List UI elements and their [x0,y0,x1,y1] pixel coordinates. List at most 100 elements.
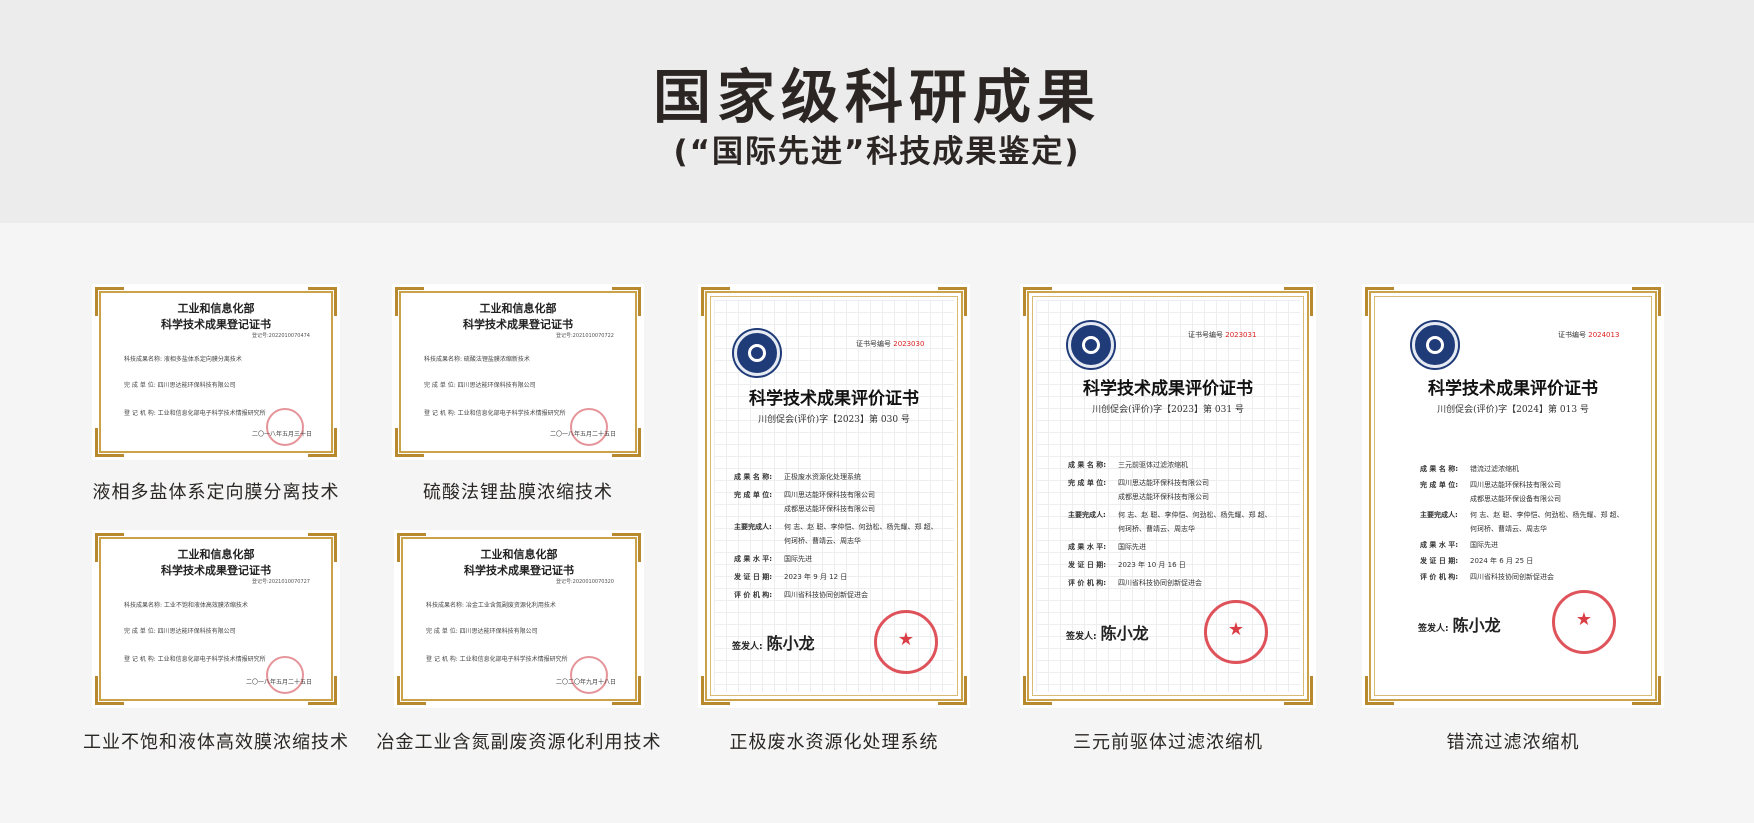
certificate-title: 科学技术成果登记证书 [161,564,271,577]
certificate-field: 主要完成人: 何 志、赵 聪、李仲恺、何劲松、杨先耀、郑 超、 [734,523,938,531]
evaluation-certificate-2[interactable]: 证书号编号 2023031 科学技术成果评价证书 川创促会(评价)字【2023】… [1020,284,1316,708]
certificate-date: 二〇一八年五月二十五日 [245,679,312,686]
certificate-field: 发 证 日 期: 2023 年 9 月 12 日 [734,573,848,581]
certificate-field: 成 果 水 平: 国际先进 [1420,541,1498,549]
corner-ornament [1365,287,1394,316]
certificate-field: 成 果 水 平: 国际先进 [1068,543,1146,551]
page-title: 国家级科研成果 [652,63,1101,131]
red-seal-icon [874,610,938,674]
certificate-field: 何珂桥、曹靖云、周志华 [1470,525,1547,533]
certificate-field: 完 成 单 位: 四川思达能环保科技有限公司 [734,491,875,499]
certificate-issuer: 工业和信息化部 [177,548,255,561]
certificate-reference: 川创促会(评价)字【2024】第 013 号 [1437,405,1589,415]
red-seal-icon [1204,600,1268,664]
certificate-number: 证书编号 2024013 [1558,331,1620,339]
certificate-caption: 正极废水资源化处理系统 [729,732,939,753]
certificate-issuer: 工业和信息化部 [177,302,255,315]
red-seal-icon [266,408,304,446]
certificate-line: 科技成果名称: 工业不饱和液体高效膜浓缩技术 [124,602,248,609]
red-seal-icon [1552,590,1616,654]
corner-ornament [1632,287,1661,316]
certificate-issuer: 工业和信息化部 [480,548,558,561]
certificate-number: 证书号编号 2023031 [1188,331,1257,339]
corner-ornament [1365,676,1394,705]
certificate-field: 成 果 名 称: 错流过滤浓缩机 [1420,465,1519,473]
corner-ornament [612,428,641,457]
certificate-line: 完 成 单 位: 四川思达能环保科技有限公司 [426,628,538,635]
certificate-line: 科技成果名称: 液相多盐体系定向膜分离技术 [124,356,242,363]
certificate-number: 证书号编号 2023030 [856,340,925,348]
certificate-date: 二〇一八年五月三十日 [251,431,312,438]
corner-ornament [701,287,730,316]
certificate-title: 科学技术成果评价证书 [749,389,919,409]
certificate-date: 二〇一八年五月二十五日 [549,431,616,438]
issuer-signature: 签发人: 陈小龙 [1066,624,1149,643]
certificate-field: 发 证 日 期: 2024 年 6 月 25 日 [1420,557,1534,565]
certificate-date: 二〇二〇年九月十八日 [555,679,616,686]
certificate-line: 完 成 单 位: 四川思达能环保科技有限公司 [124,628,236,635]
association-logo-icon [734,330,780,376]
certificate-caption: 工业不饱和液体高效膜浓缩技术 [83,732,349,753]
certificate-field: 何珂桥、曹靖云、周志华 [1118,525,1195,533]
certificate-field: 评 价 机 构: 四川省科技协同创新促进会 [734,591,868,599]
certificate-field: 评 价 机 构: 四川省科技协同创新促进会 [1420,573,1554,581]
certificate-title: 科学技术成果登记证书 [464,564,574,577]
corner-ornament [308,676,337,705]
certificate-field: 完 成 单 位: 四川思达能环保科技有限公司 [1420,481,1561,489]
certificate-field: 完 成 单 位: 四川思达能环保科技有限公司 [1068,479,1209,487]
corner-ornament [308,428,337,457]
registration-certificate-3[interactable]: 工业和信息化部 科学技术成果登记证书 登记号:2021010070727 科技成… [92,530,340,708]
corner-ornament [701,676,730,705]
certificate-caption: 液相多盐体系定向膜分离技术 [92,482,340,503]
certificate-caption: 冶金工业含氮副废资源化利用技术 [376,732,662,753]
page-header: 国家级科研成果 (“国际先进”科技成果鉴定) [0,0,1754,223]
corner-ornament [95,428,124,457]
registration-certificate-1[interactable]: 工业和信息化部 科学技术成果登记证书 登记号:2022010070474 科技成… [92,284,340,460]
issuer-signature: 签发人: 陈小龙 [1418,616,1501,635]
page-subtitle: (“国际先进”科技成果鉴定) [673,134,1081,170]
registration-certificate-2[interactable]: 工业和信息化部 科学技术成果登记证书 登记号:2021010070722 科技成… [392,284,644,460]
corner-ornament [397,676,426,705]
certificate-field: 成 果 水 平: 国际先进 [734,555,812,563]
certificate-field: 成都思达能环保科技有限公司 [784,505,875,513]
red-seal-icon [570,656,608,694]
certificate-field: 发 证 日 期: 2023 年 10 月 16 日 [1068,561,1186,569]
corner-ornament [1284,676,1313,705]
certificate-field: 何珂桥、曹靖云、周志华 [784,537,861,545]
certificate-line: 完 成 单 位: 四川思达能环保科技有限公司 [424,382,536,389]
certificate-title: 科学技术成果评价证书 [1428,379,1598,399]
certificate-field: 成都思达能环保设备有限公司 [1470,495,1561,503]
certificate-number: 登记号:2022010070474 [251,333,310,339]
certificate-title: 科学技术成果登记证书 [463,318,573,331]
corner-ornament [938,287,967,316]
certificate-number: 登记号:2020010070320 [555,579,614,585]
certificate-reference: 川创促会(评价)字【2023】第 030 号 [758,415,910,425]
certificate-issuer: 工业和信息化部 [479,302,557,315]
corner-ornament [95,676,124,705]
certificate-field: 主要完成人: 何 志、赵 聪、李仲恺、何劲松、杨先耀、郑 超、 [1068,511,1272,519]
corner-ornament [1632,676,1661,705]
evaluation-certificate-1[interactable]: 证书号编号 2023030 科学技术成果评价证书 川创促会(评价)字【2023】… [698,284,970,708]
evaluation-certificate-3[interactable]: 证书编号 2024013 科学技术成果评价证书 川创促会(评价)字【2024】第… [1362,284,1664,708]
certificate-caption: 三元前驱体过滤浓缩机 [1073,732,1263,753]
certificate-reference: 川创促会(评价)字【2023】第 031 号 [1092,405,1244,415]
certificate-field: 成 果 名 称: 三元前驱体过滤浓缩机 [1068,461,1188,469]
corner-ornament [938,676,967,705]
certificate-line: 科技成果名称: 硫酸法锂盐膜浓缩新技术 [424,356,530,363]
certificate-field: 主要完成人: 何 志、赵 聪、李仲恺、何劲松、杨先耀、郑 超、 [1420,511,1624,519]
association-logo-icon [1412,322,1458,368]
certificate-line: 完 成 单 位: 四川思达能环保科技有限公司 [124,382,236,389]
red-seal-icon [266,656,304,694]
certificate-number: 登记号:2021010070727 [251,579,310,585]
certificate-caption: 错流过滤浓缩机 [1446,732,1580,753]
corner-ornament [1284,287,1313,316]
corner-ornament [612,676,641,705]
certificate-line: 科技成果名称: 冶金工业含氮副废资源化利用技术 [426,602,556,609]
certificate-caption: 硫酸法锂盐膜浓缩技术 [423,482,613,503]
red-seal-icon [570,408,608,446]
certificate-field: 成 果 名 称: 正极废水资源化处理系统 [734,473,861,481]
issuer-signature: 签发人: 陈小龙 [732,634,815,653]
registration-certificate-4[interactable]: 工业和信息化部 科学技术成果登记证书 登记号:2020010070320 科技成… [394,530,644,708]
corner-ornament [1023,676,1052,705]
certificate-field: 评 价 机 构: 四川省科技协同创新促进会 [1068,579,1202,587]
